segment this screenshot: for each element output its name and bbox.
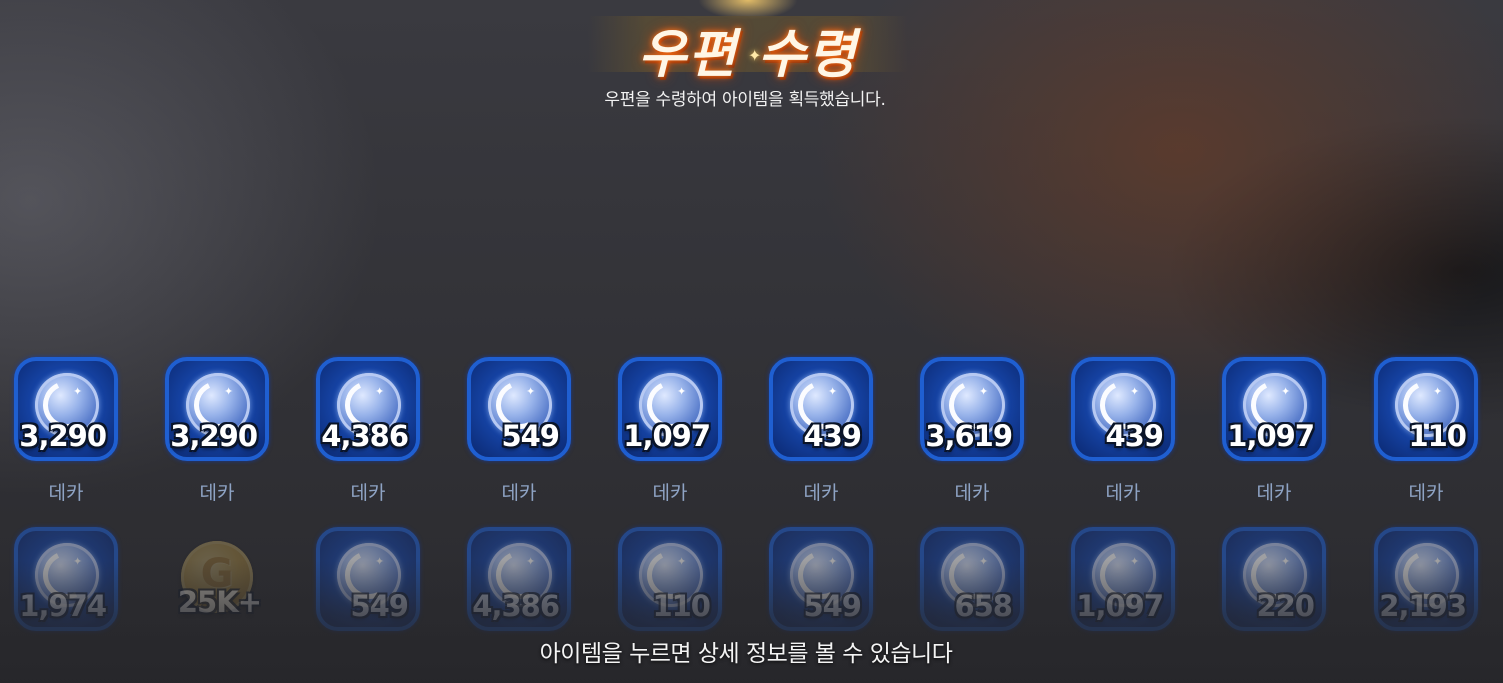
item-amount: 220 xyxy=(1256,589,1315,623)
item-slot-11[interactable]: ✦ 1,974 xyxy=(14,527,118,657)
item-amount: 1,974 xyxy=(19,589,107,623)
deka-moon-coin-icon: ✦ 439 xyxy=(769,357,873,461)
item-slot-12[interactable]: G 25K+ xyxy=(165,527,269,657)
deka-moon-coin-icon: ✦ 1,974 xyxy=(14,527,118,631)
item-slot-1[interactable]: ✦ 3,290 데카 xyxy=(14,357,118,504)
item-amount: 658 xyxy=(954,589,1013,623)
footer-hint: 아이템을 누르면 상세 정보를 볼 수 있습니다 xyxy=(539,641,953,667)
item-name: 데카 xyxy=(652,482,688,504)
item-slot-3[interactable]: ✦ 4,386 데카 xyxy=(316,357,420,504)
item-amount: 549 xyxy=(803,589,862,623)
item-amount: 4,386 xyxy=(472,589,560,623)
deka-moon-coin-icon: ✦ 2,193 xyxy=(1374,527,1478,631)
item-slot-19[interactable]: ✦ 220 xyxy=(1222,527,1326,657)
item-slot-9[interactable]: ✦ 1,097 데카 xyxy=(1222,357,1326,504)
item-amount: 25K+ xyxy=(177,585,262,619)
item-slot-18[interactable]: ✦ 1,097 xyxy=(1071,527,1175,657)
item-name: 데카 xyxy=(1408,482,1444,504)
item-slot-10[interactable]: ✦ 110 데카 xyxy=(1374,357,1478,504)
deka-moon-coin-icon: ✦ 549 xyxy=(316,527,420,631)
item-name: 데카 xyxy=(199,482,235,504)
item-slot-20[interactable]: ✦ 2,193 xyxy=(1374,527,1478,657)
item-name: 데카 xyxy=(48,482,84,504)
deka-moon-coin-icon: ✦ 549 xyxy=(769,527,873,631)
deka-moon-coin-icon: ✦ 110 xyxy=(1374,357,1478,461)
item-amount: 549 xyxy=(350,589,409,623)
deka-moon-coin-icon: ✦ 1,097 xyxy=(1222,357,1326,461)
item-amount: 3,290 xyxy=(170,419,258,453)
item-amount: 110 xyxy=(652,589,711,623)
item-slot-4[interactable]: ✦ 549 데카 xyxy=(467,357,571,504)
item-name: 데카 xyxy=(350,482,386,504)
item-grid: ✦ 3,290 데카 ✦ 3,290 데카 ✦ 4,386 데카 ✦ 549 데… xyxy=(0,0,1503,683)
item-amount: 4,386 xyxy=(321,419,409,453)
item-amount: 110 xyxy=(1408,419,1467,453)
gold-coin-icon: G 25K+ xyxy=(165,527,269,631)
item-amount: 3,619 xyxy=(925,419,1013,453)
item-slot-7[interactable]: ✦ 3,619 데카 xyxy=(920,357,1024,504)
item-amount: 1,097 xyxy=(623,419,711,453)
deka-moon-coin-icon: ✦ 3,290 xyxy=(14,357,118,461)
item-slot-8[interactable]: ✦ 439 데카 xyxy=(1071,357,1175,504)
deka-moon-coin-icon: ✦ 110 xyxy=(618,527,722,631)
item-slot-5[interactable]: ✦ 1,097 데카 xyxy=(618,357,722,504)
item-name: 데카 xyxy=(803,482,839,504)
deka-moon-coin-icon: ✦ 3,619 xyxy=(920,357,1024,461)
item-slot-6[interactable]: ✦ 439 데카 xyxy=(769,357,873,504)
item-name: 데카 xyxy=(1105,482,1141,504)
item-amount: 1,097 xyxy=(1227,419,1315,453)
item-name: 데카 xyxy=(501,482,537,504)
deka-moon-coin-icon: ✦ 549 xyxy=(467,357,571,461)
deka-moon-coin-icon: ✦ 4,386 xyxy=(467,527,571,631)
deka-moon-coin-icon: ✦ 3,290 xyxy=(165,357,269,461)
item-name: 데카 xyxy=(954,482,990,504)
item-slot-13[interactable]: ✦ 549 xyxy=(316,527,420,657)
item-amount: 549 xyxy=(501,419,560,453)
item-slot-2[interactable]: ✦ 3,290 데카 xyxy=(165,357,269,504)
item-amount: 439 xyxy=(1105,419,1164,453)
deka-moon-coin-icon: ✦ 1,097 xyxy=(618,357,722,461)
deka-moon-coin-icon: ✦ 4,386 xyxy=(316,357,420,461)
deka-moon-coin-icon: ✦ 220 xyxy=(1222,527,1326,631)
item-amount: 439 xyxy=(803,419,862,453)
deka-moon-coin-icon: ✦ 439 xyxy=(1071,357,1175,461)
deka-moon-coin-icon: ✦ 658 xyxy=(920,527,1024,631)
item-amount: 3,290 xyxy=(19,419,107,453)
deka-moon-coin-icon: ✦ 1,097 xyxy=(1071,527,1175,631)
item-amount: 2,193 xyxy=(1379,589,1467,623)
item-name: 데카 xyxy=(1256,482,1292,504)
item-amount: 1,097 xyxy=(1076,589,1164,623)
